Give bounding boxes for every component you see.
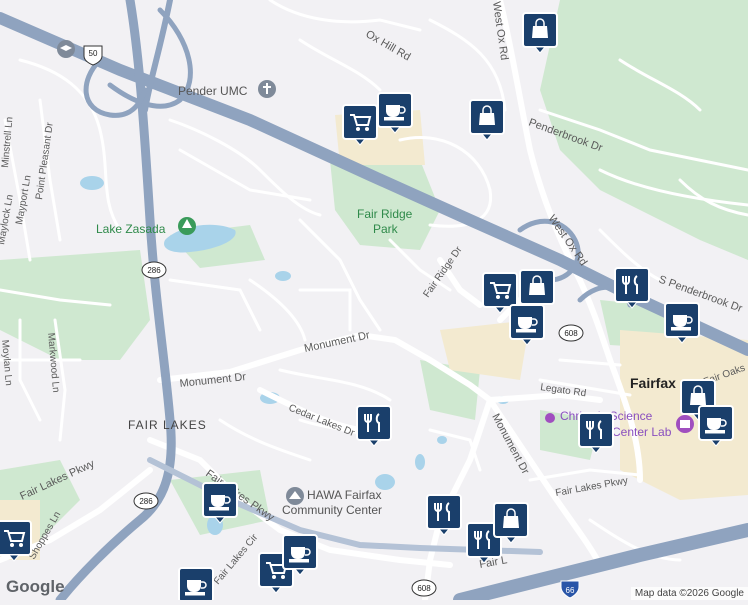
hawa-label-1: HAWA Fairfax — [307, 488, 381, 502]
lake-zasada-label: Lake Zasada — [96, 222, 166, 236]
google-logo: Google — [6, 577, 65, 596]
map-marker[interactable] — [342, 104, 378, 146]
map-marker[interactable] — [178, 567, 214, 605]
science-center-label-2: Center Lab — [612, 425, 672, 439]
map-marker[interactable] — [356, 405, 392, 447]
coffee-cup-icon — [671, 315, 693, 331]
map-canvas: Ox Hill Rd West Ox Rd Penderbrook Dr Pen… — [0, 0, 748, 605]
park-tree-icon — [178, 217, 196, 235]
fair-ridge-park-label-1: Fair Ridge — [357, 207, 413, 221]
coffee-cup-icon — [705, 418, 727, 434]
science-center-dot-icon — [545, 413, 555, 423]
museum-icon — [676, 415, 694, 433]
coffee-cup-icon — [185, 580, 207, 596]
sr286-north-shield: 286 — [141, 261, 167, 279]
svg-text:608: 608 — [564, 329, 578, 338]
school-icon — [57, 40, 75, 58]
coffee-cup-icon — [516, 317, 538, 333]
svg-text:286: 286 — [147, 266, 161, 275]
sr286-south-shield: 286 — [133, 492, 159, 510]
svg-text:286: 286 — [139, 497, 153, 506]
map-marker[interactable] — [0, 520, 32, 562]
map-marker[interactable] — [522, 12, 558, 54]
map-marker[interactable] — [426, 494, 462, 536]
map-marker[interactable] — [664, 302, 700, 344]
map-marker[interactable] — [282, 534, 318, 576]
map-marker[interactable] — [578, 412, 614, 454]
map-marker[interactable] — [377, 92, 413, 134]
hawa-label-2: Community Center — [282, 503, 382, 517]
coffee-cup-icon — [209, 495, 231, 511]
fair-lakes-area-label: FAIR LAKES — [128, 418, 207, 432]
sr608-east-shield: 608 — [558, 324, 584, 342]
svg-text:50: 50 — [89, 49, 98, 58]
coffee-cup-icon — [384, 105, 406, 121]
map-marker[interactable] — [202, 482, 238, 524]
map-marker[interactable] — [698, 405, 734, 447]
map-marker[interactable] — [614, 267, 650, 309]
svg-text:66: 66 — [566, 586, 575, 595]
community-center-icon — [286, 487, 304, 505]
pender-umc-label: Pender UMC — [178, 84, 248, 98]
fair-ridge-park-label-2: Park — [373, 222, 399, 236]
coffee-cup-icon — [289, 547, 311, 563]
sr608-south-shield: 608 — [411, 579, 437, 597]
map-marker[interactable] — [509, 304, 545, 346]
map-view[interactable]: Ox Hill Rd West Ox Rd Penderbrook Dr Pen… — [0, 0, 748, 605]
svg-text:608: 608 — [417, 584, 431, 593]
church-icon — [258, 80, 276, 98]
map-marker[interactable] — [469, 99, 505, 141]
map-attribution[interactable]: Map data ©2026 Google — [630, 587, 748, 600]
fairfax-city-label: Fairfax — [630, 375, 676, 391]
map-marker[interactable] — [493, 502, 529, 544]
